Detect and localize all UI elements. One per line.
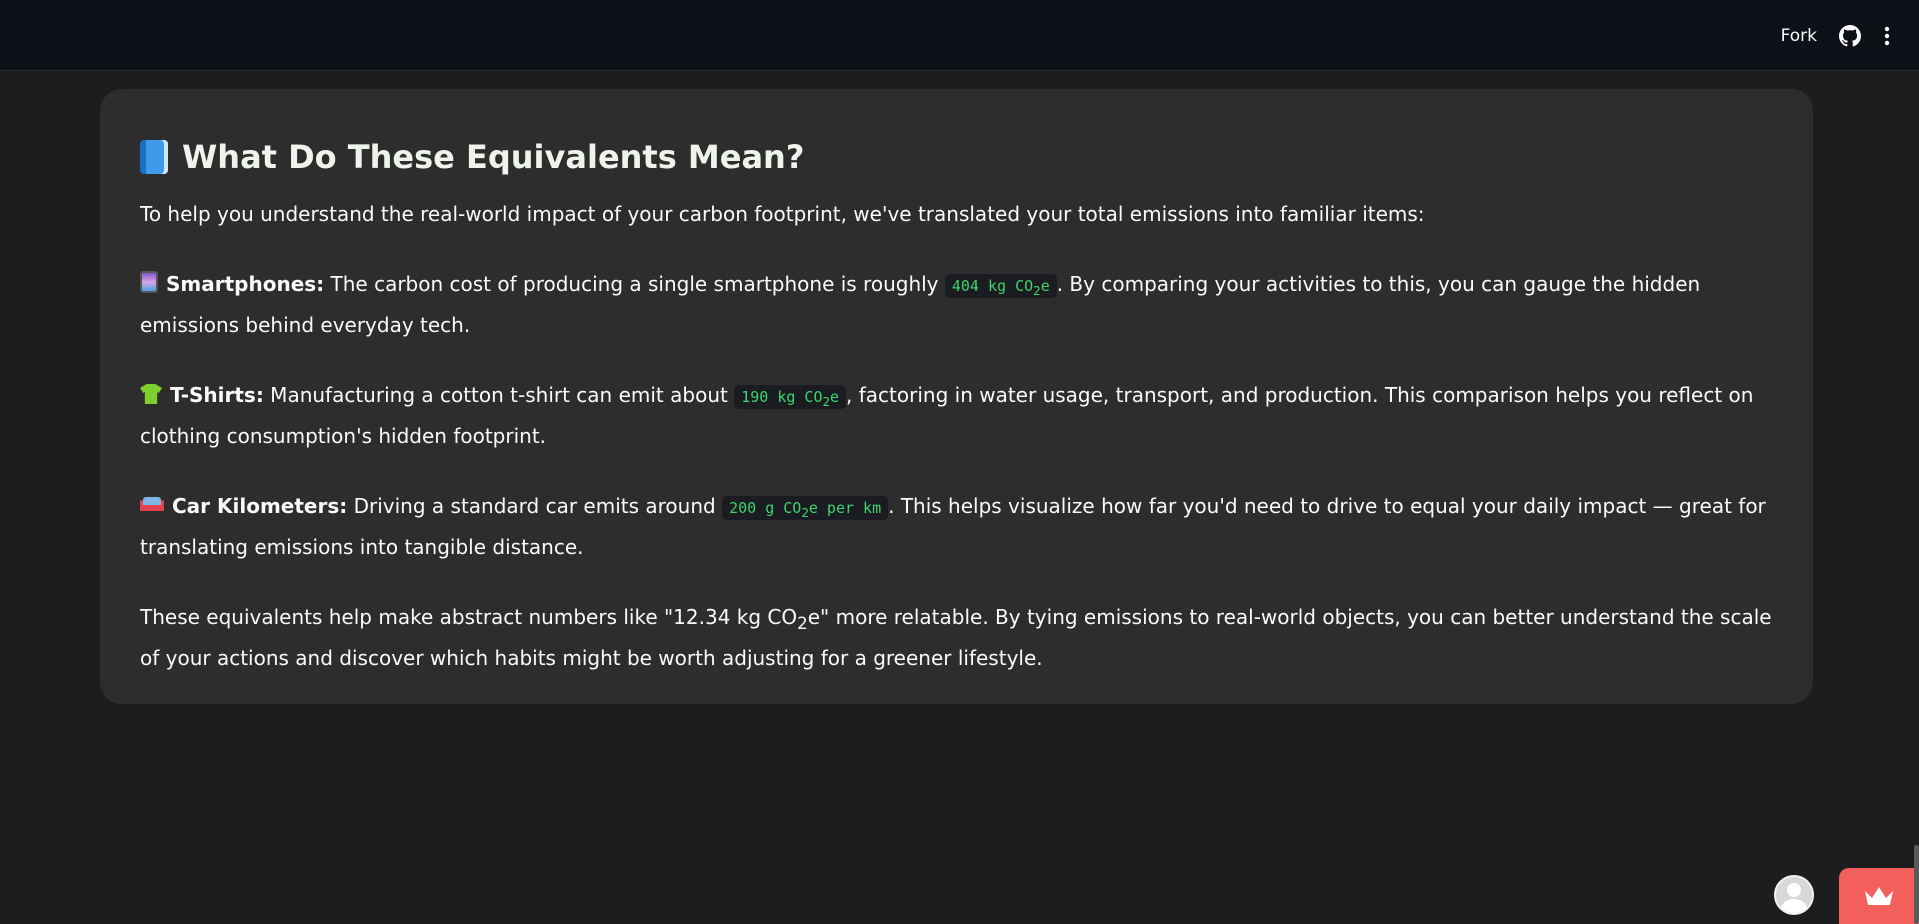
crown-icon[interactable]: [1839, 868, 1919, 924]
code-subscript: 2: [822, 394, 831, 409]
code-prefix: 404 kg CO: [951, 277, 1034, 295]
mobile-phone-icon: [140, 271, 158, 293]
t-shirt-icon: [140, 384, 162, 404]
code-prefix: 200 g CO: [729, 499, 802, 517]
closing-text: These equivalents help make abstract num…: [140, 600, 1773, 676]
tshirts-label: T-Shirts:: [170, 383, 264, 407]
smartphones-item: Smartphones: The carbon cost of producin…: [140, 267, 1773, 343]
card-title: What Do These Equivalents Mean?: [182, 138, 805, 176]
car-km-label: Car Kilometers:: [172, 494, 348, 518]
equivalents-card: What Do These Equivalents Mean? To help …: [100, 89, 1813, 704]
scrollbar-thumb[interactable]: [1914, 845, 1919, 924]
smartphones-code: 404 kg CO2e: [944, 274, 1057, 298]
blue-book-icon: [140, 140, 168, 174]
code-prefix: 190 kg CO: [741, 388, 823, 406]
fork-button[interactable]: Fork: [1781, 26, 1817, 46]
header-actions: Fork: [1781, 0, 1891, 71]
user-avatar-icon[interactable]: [1774, 875, 1814, 915]
smartphones-text-before: The carbon cost of producing a single sm…: [324, 272, 945, 296]
car-km-code: 200 g CO2e per km: [722, 496, 889, 520]
kebab-menu-icon[interactable]: [1883, 25, 1891, 47]
code-suffix: e per km: [808, 499, 882, 517]
intro-text: To help you understand the real-world im…: [140, 202, 1425, 226]
code-suffix: e: [830, 388, 840, 406]
smartphones-label: Smartphones:: [166, 272, 325, 296]
car-km-item: Car Kilometers: Driving a standard car e…: [140, 489, 1773, 565]
closing-subscript: 2: [797, 614, 808, 633]
github-icon[interactable]: [1839, 24, 1861, 47]
car-icon: [140, 497, 164, 515]
code-subscript: 2: [1033, 283, 1041, 298]
tshirts-text-before: Manufacturing a cotton t-shirt can emit …: [263, 383, 735, 407]
code-suffix: e: [1040, 277, 1050, 295]
card-heading: What Do These Equivalents Mean?: [140, 133, 1773, 181]
closing-prefix: These equivalents help make abstract num…: [140, 605, 798, 629]
tshirts-code: 190 kg CO2e: [734, 385, 847, 409]
tshirts-item: T-Shirts: Manufacturing a cotton t-shirt…: [140, 378, 1773, 454]
code-subscript: 2: [801, 505, 809, 520]
car-km-text-before: Driving a standard car emits around: [347, 494, 723, 518]
top-header: Fork: [0, 0, 1919, 71]
